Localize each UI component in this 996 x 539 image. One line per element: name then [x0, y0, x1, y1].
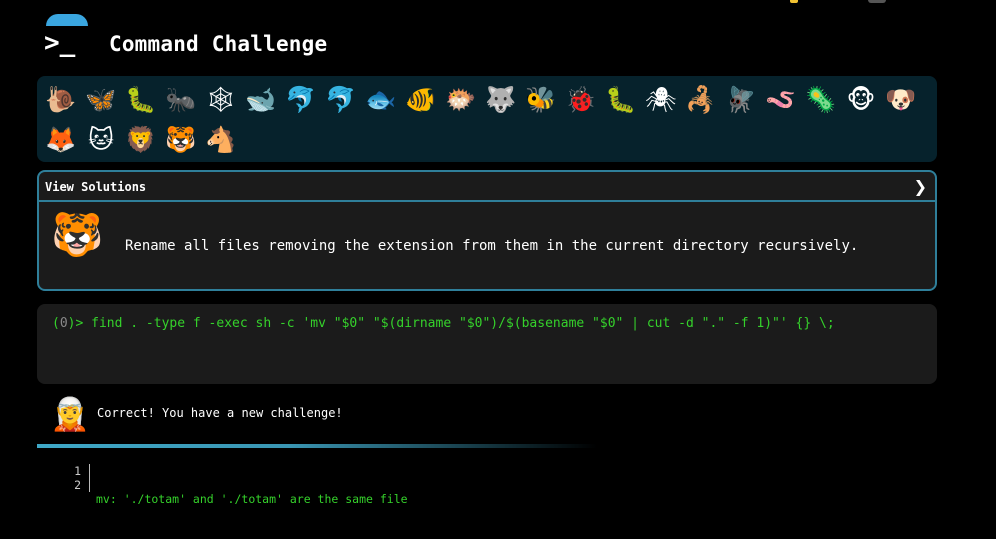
microbe-icon[interactable]: 🦠 [801, 80, 841, 120]
prompt-open: ( [52, 316, 60, 331]
chevron-right-icon[interactable]: ❯ [914, 177, 927, 196]
snail-icon[interactable]: 🐌 [41, 80, 81, 120]
output-line: mv: './totam' and './totam' are the same… [96, 492, 408, 506]
progress-bar [37, 444, 597, 448]
terminal-logo-icon[interactable]: >_ [44, 28, 84, 58]
butterfly-icon[interactable]: 🦋 [81, 80, 121, 120]
bee-icon[interactable]: 🐝 [521, 80, 561, 120]
challenge-animals-panel: 🐌 🦋 🐛 🐜 🕸 🐋 🐬 🐬 🐟 🐠 🐡 🐺 🐝 🐞 🐛 🕷 🦂 🪰 🪱 🦠 … [37, 76, 937, 162]
cat-icon[interactable]: 🐱 [81, 120, 121, 160]
whale-icon[interactable]: 🐋 [241, 80, 281, 120]
app-title: Command Challenge [109, 32, 328, 56]
spider-icon[interactable]: 🕷 [641, 80, 681, 120]
prompt-close: )> [67, 316, 92, 331]
lion-icon[interactable]: 🦁 [121, 120, 161, 160]
output-text: mv: './totam' and './totam' are the same… [96, 464, 408, 539]
command-text: find . -type f -exec sh -c 'mv "$0" "$(d… [91, 316, 835, 331]
wolf-icon[interactable]: 🐺 [481, 80, 521, 120]
dolphin-icon[interactable]: 🐬 [321, 80, 361, 120]
spider-web-icon[interactable]: 🕸 [201, 80, 241, 120]
header: >_ Command Challenge [0, 0, 996, 76]
scorpion-icon[interactable]: 🦂 [681, 80, 721, 120]
ant-icon[interactable]: 🐜 [161, 80, 201, 120]
dog-icon[interactable]: 🐶 [881, 80, 921, 120]
command-input[interactable]: (0)> find . -type f -exec sh -c 'mv "$0"… [52, 316, 835, 331]
exit-status: 0 [59, 316, 68, 331]
progress-fill [37, 444, 597, 448]
horse-icon[interactable]: 🐴 [201, 120, 241, 160]
view-solutions-label: View Solutions [45, 180, 147, 194]
blowfish-icon[interactable]: 🐡 [441, 80, 481, 120]
ladybug-icon[interactable]: 🐞 [561, 80, 601, 120]
dolphin-icon[interactable]: 🐬 [281, 80, 321, 120]
tropical-fish-icon[interactable]: 🐠 [401, 80, 441, 120]
corner-decoration [868, 0, 886, 3]
challenge-description: Rename all files removing the extension … [125, 238, 859, 254]
command-terminal[interactable]: (0)> find . -type f -exec sh -c 'mv "$0"… [37, 304, 937, 384]
solutions-panel: View Solutions ❯ 🐯 Rename all files remo… [37, 170, 937, 291]
logo-arc [46, 14, 88, 26]
view-solutions-toggle[interactable]: View Solutions ❯ [39, 172, 935, 202]
feedback-message: Correct! You have a new challenge! [97, 406, 343, 420]
fish-icon[interactable]: 🐟 [361, 80, 401, 120]
corner-decoration [790, 0, 798, 3]
caterpillar-icon[interactable]: 🐛 [121, 80, 161, 120]
monkey-icon[interactable]: 🐵 [841, 80, 881, 120]
tiger-icon[interactable]: 🐯 [161, 120, 201, 160]
worm-icon[interactable]: 🪱 [761, 80, 801, 120]
line-number-gutter: 1 2 [60, 464, 90, 492]
caterpillar-icon[interactable]: 🐛 [601, 80, 641, 120]
fox-icon[interactable]: 🦊 [41, 120, 81, 160]
tiger-avatar-icon: 🐯 [51, 210, 104, 259]
line-number: 1 [74, 464, 81, 478]
line-number: 2 [74, 478, 81, 492]
fly-icon[interactable]: 🪰 [721, 80, 761, 120]
elf-avatar-icon: 🧝 [50, 395, 90, 433]
